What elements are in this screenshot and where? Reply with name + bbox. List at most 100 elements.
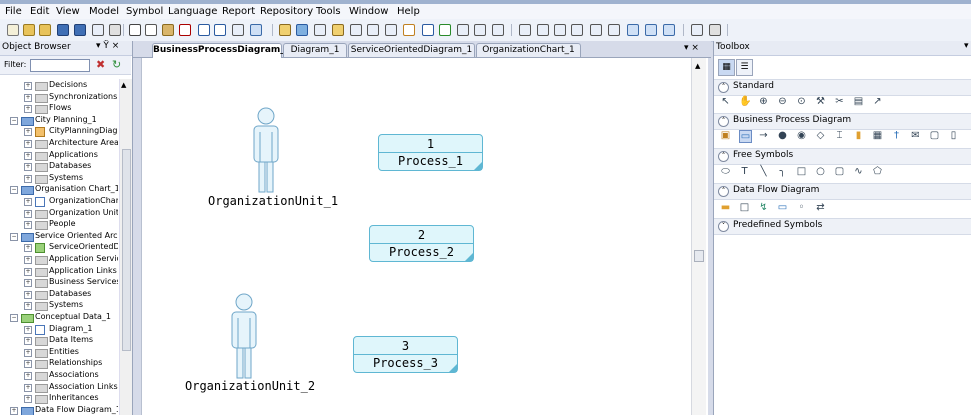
toolbox-section-business-process-diagram[interactable]: ˄ Business Process Diagram [714,113,971,130]
tree-scroll-thumb[interactable] [122,149,131,351]
text-icon[interactable]: T [739,166,750,177]
reverse-icon[interactable] [366,23,379,36]
end-icon[interactable]: ◉ [796,130,807,141]
expand-icon[interactable]: + [24,82,32,90]
expand-icon[interactable]: + [24,267,32,276]
tab-diagram_1[interactable]: Diagram_1 [283,43,347,57]
toolbox-section-data-flow-diagram[interactable]: ˄ Data Flow Diagram [714,183,971,200]
cut-icon[interactable]: ✂ [834,96,845,107]
resource-icon[interactable]: ▮ [853,130,864,141]
scroll-up-icon[interactable]: ▲ [121,81,126,89]
expand-icon[interactable]: + [24,360,32,369]
expand-icon[interactable]: + [24,348,32,357]
menu-edit[interactable]: Edit [30,5,49,18]
process-1[interactable]: 1 Process_1 [378,134,483,171]
zoom-in-icon[interactable]: ⊕ [758,96,769,107]
browser-icon[interactable] [249,23,262,36]
polyline-icon[interactable]: ∿ [853,166,864,177]
expand-icon[interactable]: + [24,93,32,102]
grid-view-icon[interactable]: ▦ [718,59,735,76]
menu-tools[interactable]: Tools [316,5,341,18]
hand-icon[interactable]: ✋ [739,96,751,107]
dfd-process-icon[interactable]: ▬ [720,202,731,213]
dfd-store-icon[interactable]: ▭ [777,202,788,213]
organization-unit-figure-2[interactable] [224,292,264,382]
model-icon[interactable] [278,23,291,36]
dfd-link-icon[interactable]: ⇄ [815,202,826,213]
dfd-flow-icon[interactable]: ↯ [758,202,769,213]
redo-icon[interactable] [213,23,226,36]
print-setup-icon[interactable] [708,23,721,36]
chevron-up-icon[interactable]: ˄ [718,186,729,197]
toolbox-section-free-symbols[interactable]: ˄ Free Symbols [714,148,971,165]
expand-icon[interactable]: + [24,163,32,172]
properties-icon[interactable] [231,23,244,36]
arc-icon[interactable]: ╮ [777,166,788,177]
expand-icon[interactable]: + [24,209,32,218]
organization-unit-label-2[interactable]: OrganizationUnit_2 [185,379,315,393]
collapse-icon[interactable]: − [10,314,18,322]
refresh-icon[interactable]: ↻ [112,58,121,71]
menu-repository[interactable]: Repository [260,5,313,18]
tab-businessprocessdiagram_1[interactable]: BusinessProcessDiagram_1 [152,43,291,58]
save-all-icon[interactable] [73,23,86,36]
menu-view[interactable]: View [56,5,80,18]
open-folder-icon[interactable] [38,23,51,36]
chevron-down-icon[interactable]: ˅ [718,221,729,232]
format-painter-icon[interactable]: ⚒ [815,96,826,107]
print-preview-icon[interactable] [91,23,104,36]
chevron-up-icon[interactable]: ˄ [718,116,729,127]
toolbox-section-predefined-symbols[interactable]: ˅ Predefined Symbols [714,218,971,235]
expand-icon[interactable]: + [10,406,18,415]
expand-icon[interactable]: + [24,174,32,183]
align-left-icon[interactable] [518,23,531,36]
print-icon[interactable] [108,23,121,36]
swimlane-icon[interactable]: ▦ [872,130,883,141]
ruler-icon[interactable] [644,23,657,36]
message-icon[interactable]: ✉ [910,130,921,141]
expand-icon[interactable]: + [24,105,32,114]
tab-organizationchart_1[interactable]: OrganizationChart_1 [476,43,581,57]
menu-report[interactable]: Report [222,5,255,18]
generate-icon[interactable] [349,23,362,36]
collapse-icon[interactable]: − [10,116,18,125]
menu-language[interactable]: Language [168,5,217,18]
save-icon[interactable] [56,23,69,36]
expand-icon[interactable]: + [24,151,32,160]
note-icon[interactable]: ▤ [853,96,864,107]
canvas-scroll-thumb[interactable] [694,250,704,262]
process-3[interactable]: 3 Process_3 [353,336,458,373]
expand-icon[interactable]: + [24,337,32,346]
expand-icon[interactable]: + [24,128,32,137]
expand-icon[interactable]: + [24,256,32,264]
menu-window[interactable]: Window [349,5,388,18]
tab-serviceorienteddiagram_1[interactable]: ServiceOrientedDiagram_1 [348,43,475,57]
new-icon[interactable] [6,23,19,36]
align-center-icon[interactable] [536,23,549,36]
zoom-area-icon[interactable]: ⊙ [796,96,807,107]
role-icon[interactable]: † [891,130,902,141]
layout-icon[interactable] [607,23,620,36]
link-icon[interactable]: ↗ [872,96,883,107]
collapse-icon[interactable]: − [10,232,18,241]
page-icon[interactable] [662,23,675,36]
tab-controls[interactable]: ▾ × [684,43,699,53]
expand-icon[interactable]: + [24,140,32,148]
expand-icon[interactable]: + [24,198,32,206]
copy-icon[interactable] [144,23,157,36]
start-icon[interactable]: ● [777,130,788,141]
text-tool-icon[interactable] [438,23,451,36]
zoom-out-icon[interactable]: ⊖ [777,96,788,107]
expand-icon[interactable]: + [24,372,32,380]
panel-controls[interactable]: ▾ Ÿ × [96,41,119,51]
menu-model[interactable]: Model [89,5,119,18]
toolbox-section-standard[interactable]: ˄ Standard [714,79,971,96]
paste-icon[interactable] [161,23,174,36]
organization-unit-figure-1[interactable] [246,106,286,196]
canvas-scrollbar[interactable]: ▲ [691,58,706,415]
flow-icon[interactable]: → [758,130,769,141]
picture-icon[interactable] [456,23,469,36]
check-icon[interactable] [331,23,344,36]
diagram-canvas[interactable]: OrganizationUnit_1 OrganizationUnit_2 1 … [141,58,708,415]
synchronization-icon[interactable]: ⌶ [834,130,845,141]
